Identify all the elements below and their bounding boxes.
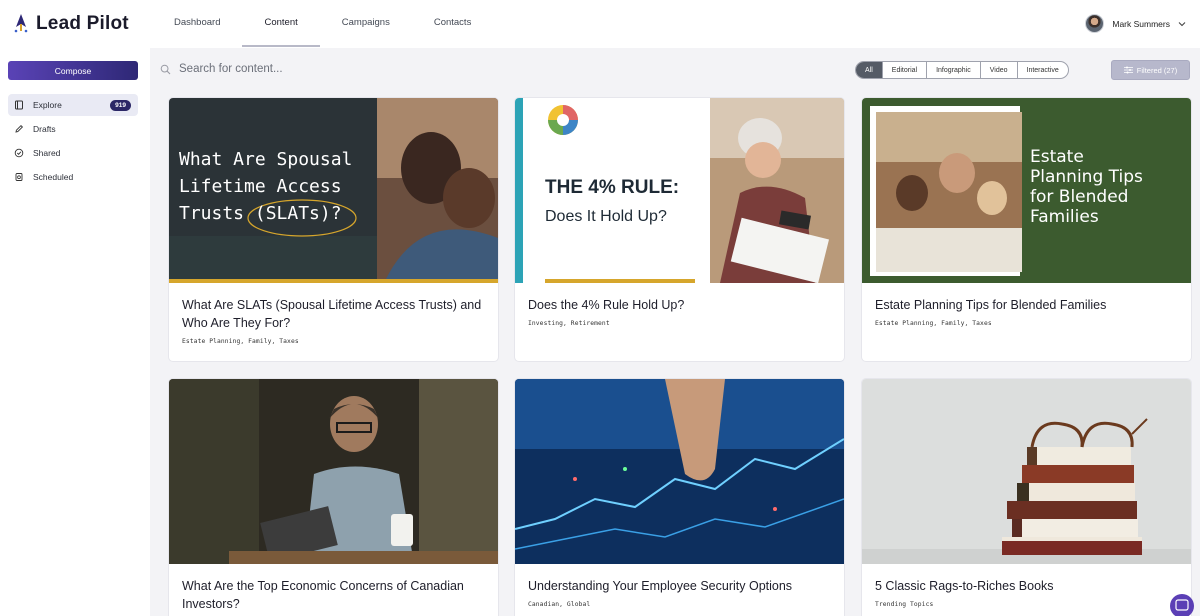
content-card-employee-security-options[interactable]: Understanding Your Employee Security Opt… xyxy=(515,379,844,616)
card-thumbnail xyxy=(169,379,498,564)
search-icon xyxy=(160,64,171,74)
app-logo[interactable]: Lead Pilot xyxy=(12,10,129,38)
help-chat-button[interactable] xyxy=(1170,594,1194,616)
filter-infographic[interactable]: Infographic xyxy=(926,62,980,78)
thumbnail-text-line3: Trusts (SLATs)? xyxy=(179,203,342,224)
pencil-icon xyxy=(14,124,24,134)
thumbnail-text-line2: Does It Hold Up? xyxy=(545,208,667,225)
user-name: Mark Summers xyxy=(1112,18,1170,29)
content-card-canadian-investors[interactable]: What Are the Top Economic Concerns of Ca… xyxy=(169,379,498,616)
chat-icon xyxy=(1175,599,1189,611)
content-type-filter: All Editorial Infographic Video Interact… xyxy=(855,61,1069,79)
sidebar-item-shared[interactable]: Shared xyxy=(8,142,138,164)
card-tags: Canadian, Global xyxy=(528,601,591,608)
card-tags: Estate Planning, Family, Taxes xyxy=(182,338,299,345)
tab-campaigns[interactable]: Campaigns xyxy=(320,0,412,47)
tab-contacts[interactable]: Contacts xyxy=(412,0,494,47)
compose-button[interactable]: Compose xyxy=(8,61,138,80)
search-input[interactable] xyxy=(179,63,479,75)
filter-interactive[interactable]: Interactive xyxy=(1016,62,1068,78)
app-name: Lead Pilot xyxy=(36,13,129,34)
card-thumbnail: THE 4% RULE: Does It Hold Up? xyxy=(515,98,844,283)
user-menu[interactable]: Mark Summers xyxy=(1085,14,1186,33)
main-nav: Dashboard Content Campaigns Contacts xyxy=(152,0,493,48)
sidebar-item-explore[interactable]: Explore 919 xyxy=(8,94,138,116)
thumbnail-text-line1: THE 4% RULE: xyxy=(545,177,679,198)
filter-editorial[interactable]: Editorial xyxy=(881,62,926,78)
thumbnail-text-line3: for Blended xyxy=(1030,187,1128,207)
sidebar: Compose Explore 919 Drafts Shared Schedu… xyxy=(0,48,150,616)
sidebar-item-scheduled[interactable]: Scheduled xyxy=(8,166,138,188)
tab-dashboard[interactable]: Dashboard xyxy=(152,0,242,47)
sliders-icon xyxy=(1123,66,1133,74)
sidebar-item-label: Shared xyxy=(33,148,61,158)
thumbnail-text-line1: Estate xyxy=(1030,147,1084,167)
filter-video[interactable]: Video xyxy=(979,62,1017,78)
count-badge: 919 xyxy=(110,99,131,111)
chevron-down-icon xyxy=(1178,21,1186,26)
thumbnail-text-line2: Lifetime Access xyxy=(179,176,342,197)
card-title: 5 Classic Rags-to-Riches Books xyxy=(875,579,1054,593)
avatar xyxy=(1085,14,1105,33)
card-title: Estate Planning Tips for Blended Familie… xyxy=(875,298,1107,312)
filtered-button[interactable]: Filtered (27) xyxy=(1111,60,1190,80)
content-card-estate-planning[interactable]: Estate Planning Tips for Blended Familie… xyxy=(862,98,1191,361)
search-bar xyxy=(160,58,660,80)
content-card-slats[interactable]: What Are Spousal Lifetime Access Trusts … xyxy=(169,98,498,361)
top-bar: Lead Pilot Dashboard Content Campaigns C… xyxy=(0,0,1200,48)
sidebar-item-label: Drafts xyxy=(33,124,56,134)
content-card-4-percent-rule[interactable]: THE 4% RULE: Does It Hold Up? Does the 4… xyxy=(515,98,844,361)
card-thumbnail: Estate Planning Tips for Blended Familie… xyxy=(862,98,1191,283)
filter-all[interactable]: All xyxy=(856,62,882,78)
card-thumbnail xyxy=(862,379,1191,564)
filtered-label: Filtered (27) xyxy=(1136,65,1178,75)
card-title: Understanding Your Employee Security Opt… xyxy=(528,579,793,593)
thumbnail-text-line1: What Are Spousal xyxy=(179,149,352,170)
card-title: What Are SLATs (Spousal Lifetime Access … xyxy=(182,298,482,330)
card-tags: Investing, Retirement xyxy=(528,320,610,327)
content-card-rags-to-riches-books[interactable]: 5 Classic Rags-to-Riches Books Trending … xyxy=(862,379,1191,616)
shared-icon xyxy=(14,148,24,158)
thumbnail-text-line2: Planning Tips xyxy=(1030,167,1143,187)
tab-content[interactable]: Content xyxy=(242,0,320,47)
card-title: Does the 4% Rule Hold Up? xyxy=(528,298,685,312)
sidebar-item-label: Explore xyxy=(33,100,62,110)
thumbnail-text-line4: Families xyxy=(1030,207,1099,227)
card-title: What Are the Top Economic Concerns of Ca… xyxy=(182,579,464,611)
card-thumbnail xyxy=(515,379,844,564)
explore-icon xyxy=(14,100,24,110)
card-thumbnail: What Are Spousal Lifetime Access Trusts … xyxy=(169,98,498,283)
scheduled-icon xyxy=(14,172,24,182)
card-tags: Trending Topics xyxy=(875,601,934,608)
card-tags: Estate Planning, Family, Taxes xyxy=(875,320,992,327)
sidebar-item-drafts[interactable]: Drafts xyxy=(8,118,138,140)
sidebar-item-label: Scheduled xyxy=(33,172,74,182)
paper-plane-logo-icon xyxy=(14,14,28,33)
